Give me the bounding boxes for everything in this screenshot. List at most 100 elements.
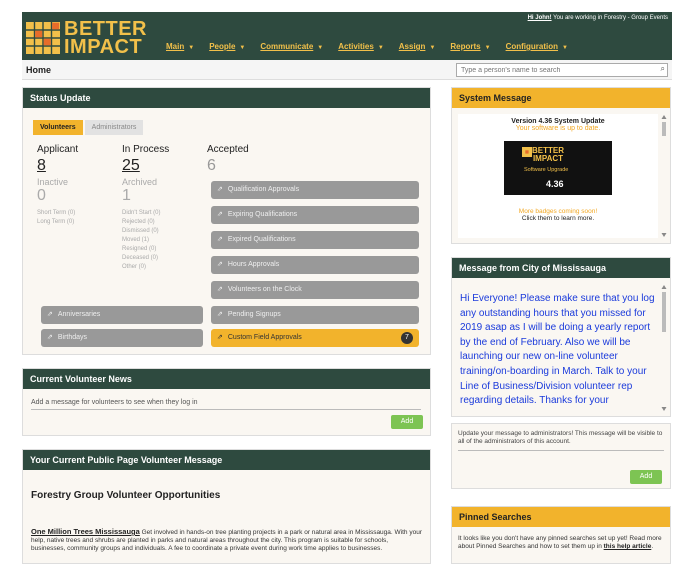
qualification-approvals-button[interactable]: ⇗ Qualification Approvals	[211, 181, 419, 199]
system-message-scrollbar[interactable]	[661, 114, 667, 238]
top-header: BETTER IMPACT Hi John! You are working i…	[22, 12, 672, 60]
more-badges-text: More badges coming soon!	[518, 208, 598, 215]
nav-communicate[interactable]: Communicate ▼	[260, 42, 323, 51]
admin-message-panel: Update your message to administrators! T…	[451, 423, 671, 489]
volunteer-news-title: Current Volunteer News	[23, 369, 430, 389]
breadcrumb-home: Home	[26, 65, 52, 75]
dismissed-count: Dismissed (0)	[122, 228, 159, 234]
user-greeting-link[interactable]: Hi John!	[528, 15, 552, 21]
volunteer-news-input[interactable]: Add a message for volunteers to see when…	[31, 399, 421, 410]
pending-signups-button[interactable]: ⇗ Pending Signups	[211, 306, 419, 324]
applicant-column: Applicant 8 Inactive 0 Short Term (0) Lo…	[37, 144, 78, 227]
expired-qualifications-label: Expired Qualifications	[227, 236, 296, 243]
link-icon: ⇗	[217, 334, 223, 341]
custom-field-approvals-label: Custom Field Approvals	[227, 334, 302, 341]
volunteer-news-panel: Current Volunteer News Add a message for…	[22, 368, 431, 436]
version-badge-image[interactable]: BETTER IMPACT Software Upgrade 4.36	[504, 141, 612, 195]
expiring-qualifications-button[interactable]: ⇗ Expiring Qualifications	[211, 206, 419, 224]
city-message-text: Hi Everyone! Please make sure that you l…	[460, 293, 655, 407]
nav-configuration-label: Configuration	[505, 42, 559, 51]
search-icon[interactable]: ⌕	[661, 64, 665, 74]
logo-word-impact: IMPACT	[64, 36, 143, 58]
status-update-panel: Status Update Volunteers Administrators …	[22, 87, 431, 355]
moved-count: Moved (1)	[122, 237, 150, 243]
archived-count: 1	[122, 187, 131, 204]
link-icon: ⇗	[217, 236, 223, 243]
rejected-count: Rejected (0)	[122, 219, 155, 225]
short-term-count: Short Term (0)	[37, 210, 76, 216]
expired-qualifications-button[interactable]: ⇗ Expired Qualifications	[211, 231, 419, 249]
caret-down-icon: ▼	[317, 45, 324, 51]
deceased-count: Deceased (0)	[122, 255, 159, 261]
public-message-heading: Forestry Group Volunteer Opportunities	[31, 490, 221, 501]
nav-reports-label: Reports	[450, 42, 481, 51]
nav-main[interactable]: Main ▼	[166, 42, 194, 51]
pinned-searches-text: It looks like you don't have any pinned …	[458, 535, 664, 551]
long-term-count: Long Term (0)	[37, 219, 75, 225]
nav-assign[interactable]: Assign ▼	[399, 42, 436, 51]
city-message-panel: Message from City of Mississauga Hi Ever…	[451, 257, 671, 417]
link-icon: ⇗	[217, 186, 223, 193]
system-message-title: System Message	[452, 88, 670, 108]
nav-activities[interactable]: Activities ▼	[338, 42, 384, 51]
nav-people[interactable]: People ▼	[209, 42, 245, 51]
qualification-approvals-label: Qualification Approvals	[227, 186, 300, 193]
admin-message-input[interactable]: Update your message to administrators! T…	[458, 430, 664, 451]
city-message-scrollbar[interactable]	[661, 284, 667, 412]
tab-volunteers[interactable]: Volunteers	[33, 120, 83, 135]
in-process-count-link[interactable]: 25	[122, 157, 169, 175]
caret-down-icon: ▼	[188, 45, 195, 51]
working-context-text: You are working in Forestry - Group Even…	[553, 15, 668, 21]
logo-grid-icon	[522, 147, 532, 157]
person-search-input[interactable]	[456, 63, 668, 77]
system-version-text: Version 4.36 System Update	[511, 118, 605, 125]
nav-assign-label: Assign	[398, 42, 426, 51]
nav-main-label: Main	[166, 42, 185, 51]
learn-more-text: Click them to learn more.	[521, 215, 595, 222]
nav-configuration[interactable]: Configuration ▼	[506, 42, 568, 51]
birthdays-button[interactable]: ⇗ Birthdays	[41, 329, 203, 347]
one-million-trees-link[interactable]: One Million Trees Mississauga	[31, 527, 140, 536]
caret-down-icon: ▼	[562, 45, 568, 51]
system-message-content: Version 4.36 System Update Your software…	[458, 114, 658, 238]
didnt-start-count: Didn't Start (0)	[122, 210, 161, 216]
better-impact-logo[interactable]: BETTER IMPACT	[22, 12, 158, 60]
badge-logo-text: BETTER IMPACT	[532, 147, 564, 163]
caret-down-icon: ▼	[429, 45, 436, 51]
applicant-label: Applicant	[37, 144, 79, 155]
anniversaries-button[interactable]: ⇗ Anniversaries	[41, 306, 203, 324]
hours-approvals-button[interactable]: ⇗ Hours Approvals	[211, 256, 419, 274]
add-news-button[interactable]: Add	[391, 415, 423, 429]
pinned-searches-end: .	[651, 543, 654, 550]
caret-down-icon: ▼	[377, 45, 384, 51]
nav-reports[interactable]: Reports ▼	[450, 42, 490, 51]
resigned-count: Resigned (0)	[122, 246, 157, 252]
applicant-count-link[interactable]: 8	[37, 157, 78, 175]
city-message-title: Message from City of Mississauga	[452, 258, 670, 278]
badge-software-upgrade-text: Software Upgrade	[524, 167, 569, 173]
volunteers-on-clock-label: Volunteers on the Clock	[227, 286, 302, 293]
pinned-searches-title: Pinned Searches	[452, 507, 670, 527]
badge-logo-impact: IMPACT	[532, 154, 564, 163]
tab-administrators[interactable]: Administrators	[84, 120, 144, 135]
pinned-searches-panel: Pinned Searches It looks like you don't …	[451, 506, 671, 564]
page: BETTER IMPACT Hi John! You are working i…	[0, 0, 683, 564]
public-page-message-panel: Your Current Public Page Volunteer Messa…	[22, 449, 431, 564]
help-article-link[interactable]: this help article	[604, 543, 652, 550]
inactive-label: Inactive	[37, 177, 69, 187]
archived-label: Archived	[122, 177, 158, 187]
in-process-label: In Process	[122, 144, 170, 155]
custom-field-approvals-button[interactable]: ⇗ Custom Field Approvals 7	[211, 329, 419, 347]
link-icon: ⇗	[47, 334, 53, 341]
inactive-count: 0	[37, 187, 46, 204]
volunteers-on-clock-button[interactable]: ⇗ Volunteers on the Clock	[211, 281, 419, 299]
applicant-details: Short Term (0) Long Term (0)	[37, 209, 78, 227]
add-admin-message-button[interactable]: Add	[630, 470, 662, 484]
other-count: Other (0)	[122, 264, 147, 270]
status-update-title: Status Update	[23, 88, 430, 108]
accepted-column: Accepted 6	[207, 144, 249, 175]
link-icon: ⇗	[217, 286, 223, 293]
logo-grid-icon	[26, 22, 60, 54]
system-message-panel: System Message Version 4.36 System Updat…	[451, 87, 671, 244]
expiring-qualifications-label: Expiring Qualifications	[227, 211, 298, 218]
